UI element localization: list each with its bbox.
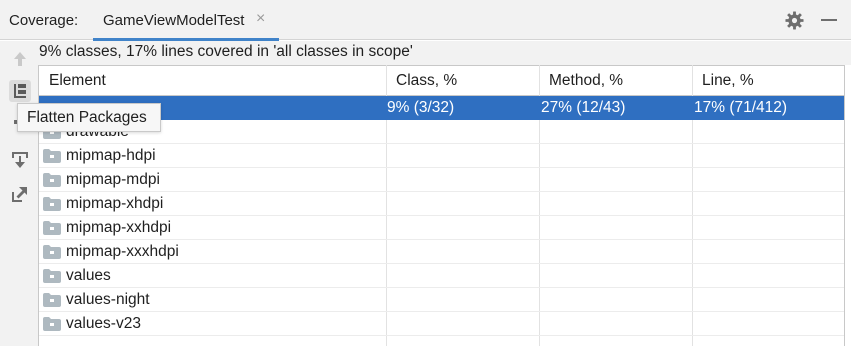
import-icon[interactable] [9,149,31,171]
table-row[interactable]: mipmap-xxhdpi [39,216,844,240]
tab-gameviewmodeltest[interactable]: GameViewModelTest × [93,0,279,41]
row-label: values-night [66,291,150,308]
row-label: mipmap-xxhdpi [66,219,172,236]
summary-text: 9% classes, 17% lines covered in 'all cl… [39,43,413,60]
folder-icon [43,173,61,187]
minimize-icon[interactable] [821,19,837,21]
left-toolbar [0,41,38,346]
folder-icon [43,317,61,331]
tooltip-text: Flatten Packages [27,109,147,126]
row-label: mipmap-xhdpi [66,195,164,212]
row-label: values-v23 [66,315,141,332]
table-row[interactable]: mipmap-mdpi [39,168,844,192]
folder-icon [43,221,61,235]
coverage-header: Coverage: GameViewModelTest × [0,0,851,41]
class-coverage: 9% (3/32) [387,99,455,116]
row-label: mipmap-mdpi [66,171,160,188]
table-header: Element Class, % Method, % Line, % [39,65,844,96]
table-row[interactable]: mipmap-xxxhdpi [39,240,844,264]
table-row[interactable]: mipmap-hdpi [39,144,844,168]
column-header-method[interactable]: Method, % [549,72,623,90]
gear-icon[interactable] [785,11,804,30]
method-coverage: 27% (12/43) [541,99,626,116]
coverage-summary: 9% classes, 17% lines covered in 'all cl… [38,41,851,65]
row-label: mipmap-xxxhdpi [66,243,179,260]
table-row[interactable]: values [39,264,844,288]
table-row[interactable]: mipmap-xhdpi [39,192,844,216]
row-label: values [66,267,111,284]
table-row[interactable]: values-night [39,288,844,312]
column-header-line[interactable]: Line, % [702,72,754,90]
tab-title: GameViewModelTest [103,12,245,29]
table-row[interactable]: values-v23 [39,312,844,336]
folder-icon [43,269,61,283]
coverage-label: Coverage: [9,12,79,29]
folder-icon [43,197,61,211]
export-icon[interactable] [9,183,31,205]
folder-icon [43,149,61,163]
column-header-class[interactable]: Class, % [396,72,457,90]
flatten-packages-icon[interactable] [9,80,31,102]
folder-icon [43,293,61,307]
tooltip-flatten-packages: Flatten Packages [17,103,161,132]
line-coverage: 17% (71/412) [694,99,788,116]
column-header-element[interactable]: Element [49,72,106,90]
close-icon[interactable]: × [256,10,265,28]
folder-icon [43,245,61,259]
row-label: mipmap-hdpi [66,147,156,164]
arrow-up-icon[interactable] [9,48,31,70]
